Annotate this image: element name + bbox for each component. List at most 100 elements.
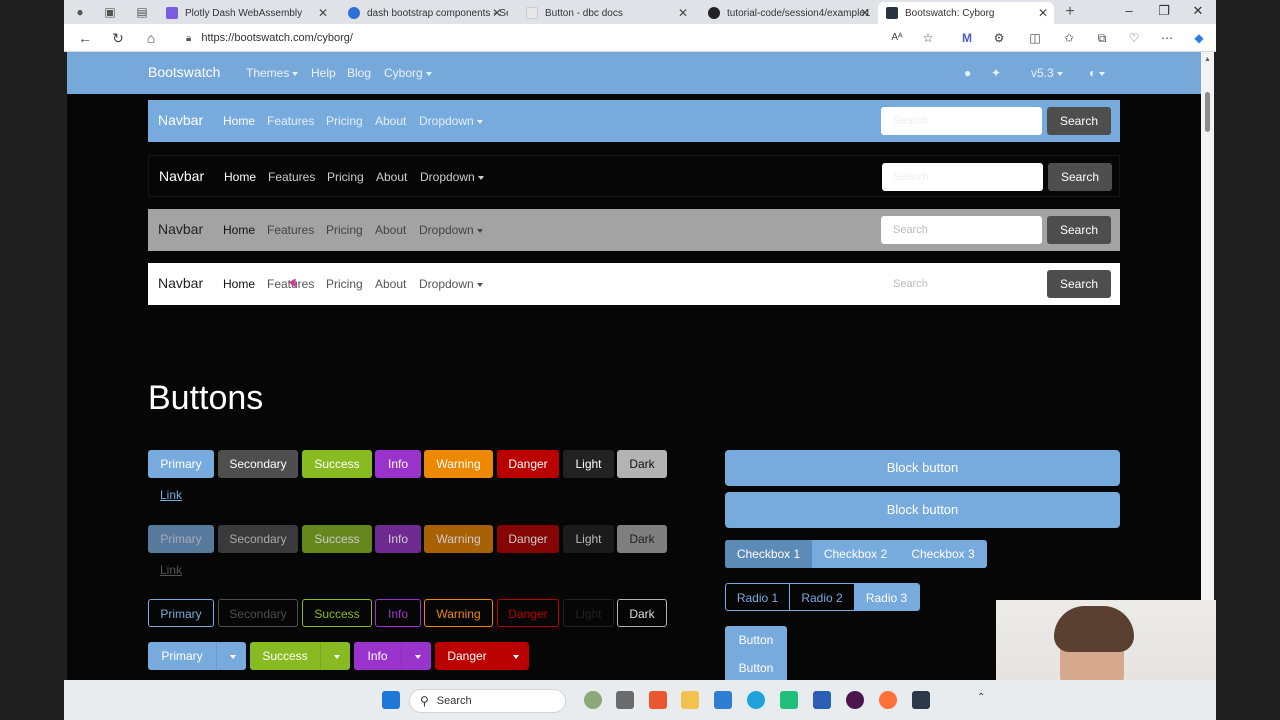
split-screen-icon[interactable]: ◫: [1027, 30, 1043, 46]
theme-toggle[interactable]: ◐: [1089, 66, 1106, 80]
split-label[interactable]: Success: [250, 642, 320, 670]
task-view-icon[interactable]: [616, 691, 634, 709]
navbar-brand[interactable]: Navbar: [159, 168, 204, 184]
split-dropdown-success[interactable]: Success: [250, 642, 350, 670]
search-button[interactable]: Search: [1047, 216, 1111, 244]
vertical-group-button[interactable]: Button: [725, 626, 787, 654]
search-input[interactable]: Search: [882, 163, 1043, 191]
btn-dark[interactable]: Dark: [617, 450, 667, 478]
nav-dropdown[interactable]: Dropdown: [419, 223, 483, 237]
nav-dropdown[interactable]: Dropdown: [420, 170, 484, 184]
version-dropdown[interactable]: v5.3: [1031, 66, 1063, 80]
file-explorer-icon[interactable]: [681, 691, 699, 709]
tab-dbc-search[interactable]: dash bootstrap components - Se ✕: [340, 2, 508, 24]
btn-danger-disabled[interactable]: Danger: [497, 525, 559, 553]
nav-home[interactable]: Home: [223, 114, 255, 128]
close-tab-icon[interactable]: ✕: [860, 6, 870, 20]
twitter-icon[interactable]: ✦: [991, 66, 1001, 80]
nav-about[interactable]: About: [376, 170, 407, 184]
nav-home[interactable]: Home: [223, 223, 255, 237]
search-input[interactable]: Search: [881, 270, 1042, 298]
search-button[interactable]: Search: [1047, 107, 1111, 135]
btn-success-disabled[interactable]: Success: [302, 525, 372, 553]
btn-outline-danger[interactable]: Danger: [497, 599, 559, 627]
checkbox-3[interactable]: Checkbox 3: [899, 540, 987, 568]
btn-light-disabled[interactable]: Light: [563, 525, 614, 553]
btn-link[interactable]: Link: [160, 488, 182, 502]
nav-pricing[interactable]: Pricing: [326, 277, 363, 291]
close-window-icon[interactable]: ✕: [1190, 3, 1206, 19]
btn-outline-light[interactable]: Light: [563, 599, 614, 627]
slack-icon[interactable]: [846, 691, 864, 709]
workspaces-icon[interactable]: ▣: [102, 4, 118, 20]
split-toggle[interactable]: [320, 642, 350, 670]
vscode-icon[interactable]: [714, 691, 732, 709]
tab-plotly-dash[interactable]: Plotly Dash WebAssembly ✕: [158, 2, 334, 24]
help-link[interactable]: Help: [311, 66, 336, 80]
search-input[interactable]: Search: [881, 216, 1042, 244]
close-tab-icon[interactable]: ✕: [492, 6, 502, 20]
split-toggle[interactable]: [499, 642, 529, 670]
btn-outline-secondary[interactable]: Secondary: [218, 599, 298, 627]
github-icon[interactable]: ●: [964, 66, 971, 80]
scroll-thumb[interactable]: [1205, 92, 1210, 132]
split-dropdown-primary[interactable]: Primary: [148, 642, 246, 670]
terminal-icon[interactable]: [912, 691, 930, 709]
scroll-up-icon[interactable]: ▲: [1203, 56, 1212, 63]
cyborg-dropdown[interactable]: Cyborg: [384, 66, 432, 80]
split-dropdown-danger[interactable]: Danger: [435, 642, 529, 670]
split-toggle[interactable]: [216, 642, 246, 670]
copilot-icon[interactable]: ◆: [1191, 30, 1207, 46]
nav-pricing[interactable]: Pricing: [326, 223, 363, 237]
collections-icon[interactable]: ⧉: [1094, 30, 1110, 46]
home-icon[interactable]: ⌂: [142, 29, 160, 47]
blog-link[interactable]: Blog: [347, 66, 371, 80]
nav-about[interactable]: About: [375, 277, 406, 291]
radio-2[interactable]: Radio 2: [790, 584, 854, 610]
tab-dbc-docs[interactable]: Button - dbc docs ✕: [518, 2, 694, 24]
checkbox-1[interactable]: Checkbox 1: [725, 540, 812, 568]
nav-about[interactable]: About: [375, 223, 406, 237]
navbar-brand[interactable]: Navbar: [158, 275, 203, 291]
windows-start-icon[interactable]: [382, 691, 400, 709]
themes-dropdown[interactable]: Themes: [246, 66, 299, 80]
split-dropdown-info[interactable]: Info: [354, 642, 431, 670]
address-bar[interactable]: 🔒︎ https://bootswatch.com/cyborg/: [174, 27, 894, 49]
btn-outline-primary[interactable]: Primary: [148, 599, 214, 627]
navbar-brand[interactable]: Navbar: [158, 112, 203, 128]
minimize-icon[interactable]: –: [1121, 3, 1137, 18]
nav-features[interactable]: Features: [268, 170, 315, 184]
btn-outline-dark[interactable]: Dark: [617, 599, 667, 627]
checkbox-2[interactable]: Checkbox 2: [812, 540, 899, 568]
restore-icon[interactable]: ❐: [1156, 3, 1172, 19]
nav-dropdown[interactable]: Dropdown: [419, 114, 483, 128]
tab-actions-icon[interactable]: ▤: [134, 4, 150, 20]
nav-pricing[interactable]: Pricing: [327, 170, 364, 184]
btn-success[interactable]: Success: [302, 450, 372, 478]
extensions-icon[interactable]: ⚙: [991, 30, 1007, 46]
close-tab-icon[interactable]: ✕: [678, 6, 688, 20]
site-brand[interactable]: Bootswatch: [148, 64, 220, 80]
nav-dropdown[interactable]: Dropdown: [419, 277, 483, 291]
btn-secondary-disabled[interactable]: Secondary: [218, 525, 298, 553]
pycharm-icon[interactable]: [780, 691, 798, 709]
split-label[interactable]: Info: [354, 642, 401, 670]
vertical-group-button[interactable]: Button: [725, 654, 787, 680]
edge-icon[interactable]: [747, 691, 765, 709]
nav-home[interactable]: Home: [224, 170, 256, 184]
search-button[interactable]: Search: [1048, 163, 1112, 191]
btn-dark-disabled[interactable]: Dark: [617, 525, 667, 553]
close-tab-icon[interactable]: ✕: [1038, 6, 1048, 20]
btn-outline-success[interactable]: Success: [302, 599, 372, 627]
nav-about[interactable]: About: [375, 114, 406, 128]
new-tab-button[interactable]: +: [1062, 4, 1078, 20]
block-button[interactable]: Block button: [725, 450, 1120, 486]
split-toggle[interactable]: [401, 642, 431, 670]
search-button[interactable]: Search: [1047, 270, 1111, 298]
btn-info[interactable]: Info: [375, 450, 421, 478]
navbar-brand[interactable]: Navbar: [158, 221, 203, 237]
block-button[interactable]: Block button: [725, 492, 1120, 528]
search-input[interactable]: Search: [881, 107, 1042, 135]
favorites-icon[interactable]: ✩: [1061, 30, 1077, 46]
btn-light[interactable]: Light: [563, 450, 614, 478]
